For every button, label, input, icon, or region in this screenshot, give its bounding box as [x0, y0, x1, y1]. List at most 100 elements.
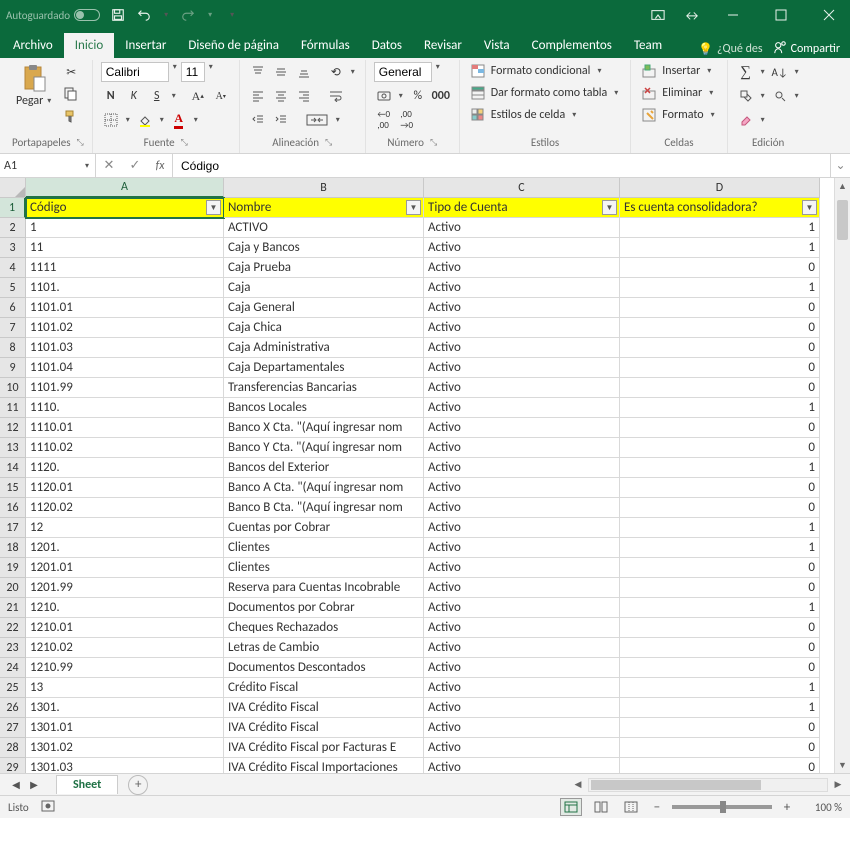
undo-icon[interactable] — [136, 7, 152, 23]
cell[interactable]: 1 — [620, 278, 820, 298]
cell[interactable]: 1301. — [26, 698, 224, 718]
cell[interactable]: Letras de Cambio — [224, 638, 424, 658]
cell[interactable]: Caja Prueba — [224, 258, 424, 278]
cell[interactable]: Activo — [424, 638, 620, 658]
orientation-icon[interactable]: ⟲ — [326, 62, 346, 82]
borders-icon[interactable] — [101, 110, 121, 130]
cell[interactable]: Reserva para Cuentas Incobrable — [224, 578, 424, 598]
cell[interactable]: 1210.02 — [26, 638, 224, 658]
cell[interactable]: Activo — [424, 458, 620, 478]
page-break-view-icon[interactable] — [620, 798, 642, 816]
save-icon[interactable] — [110, 7, 126, 23]
cell[interactable]: 13 — [26, 678, 224, 698]
hscroll-right-icon[interactable]: ▶ — [830, 777, 846, 793]
format-painter-icon[interactable] — [61, 106, 81, 126]
row-header[interactable]: 28 — [0, 738, 26, 758]
row-header[interactable]: 21 — [0, 598, 26, 618]
cell[interactable]: 1301.01 — [26, 718, 224, 738]
cell[interactable]: 1301.03 — [26, 758, 224, 774]
row-header[interactable]: 23 — [0, 638, 26, 658]
sort-filter-icon[interactable]: A↓ — [770, 62, 790, 82]
delete-cells-button[interactable]: Eliminar ▾ — [639, 84, 718, 102]
cell[interactable]: 1301.02 — [26, 738, 224, 758]
clear-icon[interactable] — [736, 110, 756, 130]
cell[interactable]: 1 — [620, 538, 820, 558]
cell[interactable]: 1 — [620, 518, 820, 538]
decrease-decimal-icon[interactable]: ,00→0 — [397, 110, 417, 130]
tab-formulas[interactable]: Fórmulas — [290, 33, 361, 58]
row-header[interactable]: 16 — [0, 498, 26, 518]
cell[interactable]: Activo — [424, 678, 620, 698]
row-header[interactable]: 1 — [0, 198, 26, 218]
chevron-down-icon[interactable]: ▾ — [158, 115, 166, 125]
cell[interactable]: Caja Departamentales — [224, 358, 424, 378]
cell[interactable]: Activo — [424, 418, 620, 438]
percent-icon[interactable]: % — [408, 86, 428, 106]
qat-customize-icon[interactable]: ▾ — [228, 10, 236, 20]
column-header[interactable]: D — [620, 178, 820, 198]
cell[interactable]: Caja Administrativa — [224, 338, 424, 358]
cell[interactable]: 1 — [620, 398, 820, 418]
horizontal-scrollbar[interactable] — [588, 778, 828, 792]
cell[interactable]: Clientes — [224, 558, 424, 578]
name-box[interactable]: A1 ▾ — [0, 154, 96, 177]
cell[interactable]: Activo — [424, 658, 620, 678]
chevron-down-icon[interactable]: ▾ — [759, 91, 767, 101]
cell[interactable]: ACTIVO — [224, 218, 424, 238]
increase-indent-icon[interactable] — [271, 110, 291, 130]
row-header[interactable]: 12 — [0, 418, 26, 438]
cell[interactable]: 1101.02 — [26, 318, 224, 338]
cell[interactable]: 1101.99 — [26, 378, 224, 398]
cell[interactable]: 0 — [620, 438, 820, 458]
dialog-launcher-icon[interactable]: ⤡ — [430, 137, 437, 148]
row-header[interactable]: 2 — [0, 218, 26, 238]
cell[interactable]: 0 — [620, 298, 820, 318]
cell[interactable]: Crédito Fiscal — [224, 678, 424, 698]
sheet-nav-next-icon[interactable]: ▶ — [26, 777, 42, 793]
tab-archivo[interactable]: Archivo — [2, 33, 64, 58]
hscroll-left-icon[interactable]: ◀ — [570, 777, 586, 793]
align-left-icon[interactable] — [248, 86, 268, 106]
chevron-down-icon[interactable]: ▾ — [192, 115, 200, 125]
cell[interactable]: 0 — [620, 618, 820, 638]
chevron-down-icon[interactable]: ▾ — [83, 161, 91, 171]
sheet-tab[interactable]: Sheet — [56, 775, 118, 794]
row-header[interactable]: 8 — [0, 338, 26, 358]
scroll-up-icon[interactable]: ▲ — [835, 178, 850, 194]
cell[interactable]: 1 — [620, 458, 820, 478]
cell[interactable]: Activo — [424, 378, 620, 398]
cell[interactable]: Activo — [424, 558, 620, 578]
cell[interactable]: Activo — [424, 478, 620, 498]
row-header[interactable]: 25 — [0, 678, 26, 698]
cell[interactable]: Clientes — [224, 538, 424, 558]
ribbon-display-options-icon[interactable] — [650, 7, 666, 23]
cell[interactable]: Caja General — [224, 298, 424, 318]
chevron-down-icon[interactable]: ▾ — [171, 62, 179, 82]
dialog-launcher-icon[interactable]: ⤡ — [77, 137, 84, 148]
row-header[interactable]: 5 — [0, 278, 26, 298]
chevron-down-icon[interactable]: ▾ — [207, 62, 215, 82]
align-bottom-icon[interactable] — [294, 62, 314, 82]
row-header[interactable]: 24 — [0, 658, 26, 678]
decrease-indent-icon[interactable] — [248, 110, 268, 130]
cell[interactable]: 0 — [620, 338, 820, 358]
underline-button[interactable]: S — [147, 86, 167, 106]
tab-revisar[interactable]: Revisar — [413, 33, 473, 58]
cell[interactable]: Activo — [424, 758, 620, 774]
merge-center-icon[interactable] — [303, 110, 331, 130]
cell[interactable]: Activo — [424, 298, 620, 318]
cell[interactable]: 1111 — [26, 258, 224, 278]
find-select-icon[interactable] — [770, 86, 790, 106]
dialog-launcher-icon[interactable]: ⤡ — [181, 137, 188, 148]
cell[interactable]: Activo — [424, 338, 620, 358]
cell[interactable]: 1201. — [26, 538, 224, 558]
format-as-table-button[interactable]: Dar formato como tabla ▾ — [468, 84, 623, 102]
conditional-formatting-button[interactable]: Formato condicional ▾ — [468, 62, 623, 80]
cell[interactable]: 0 — [620, 498, 820, 518]
cell[interactable]: 1101.01 — [26, 298, 224, 318]
row-header[interactable]: 9 — [0, 358, 26, 378]
cell[interactable]: 0 — [620, 558, 820, 578]
filter-dropdown-icon[interactable]: ▼ — [802, 200, 817, 215]
cell[interactable]: Activo — [424, 518, 620, 538]
cell[interactable]: IVA Crédito Fiscal — [224, 698, 424, 718]
